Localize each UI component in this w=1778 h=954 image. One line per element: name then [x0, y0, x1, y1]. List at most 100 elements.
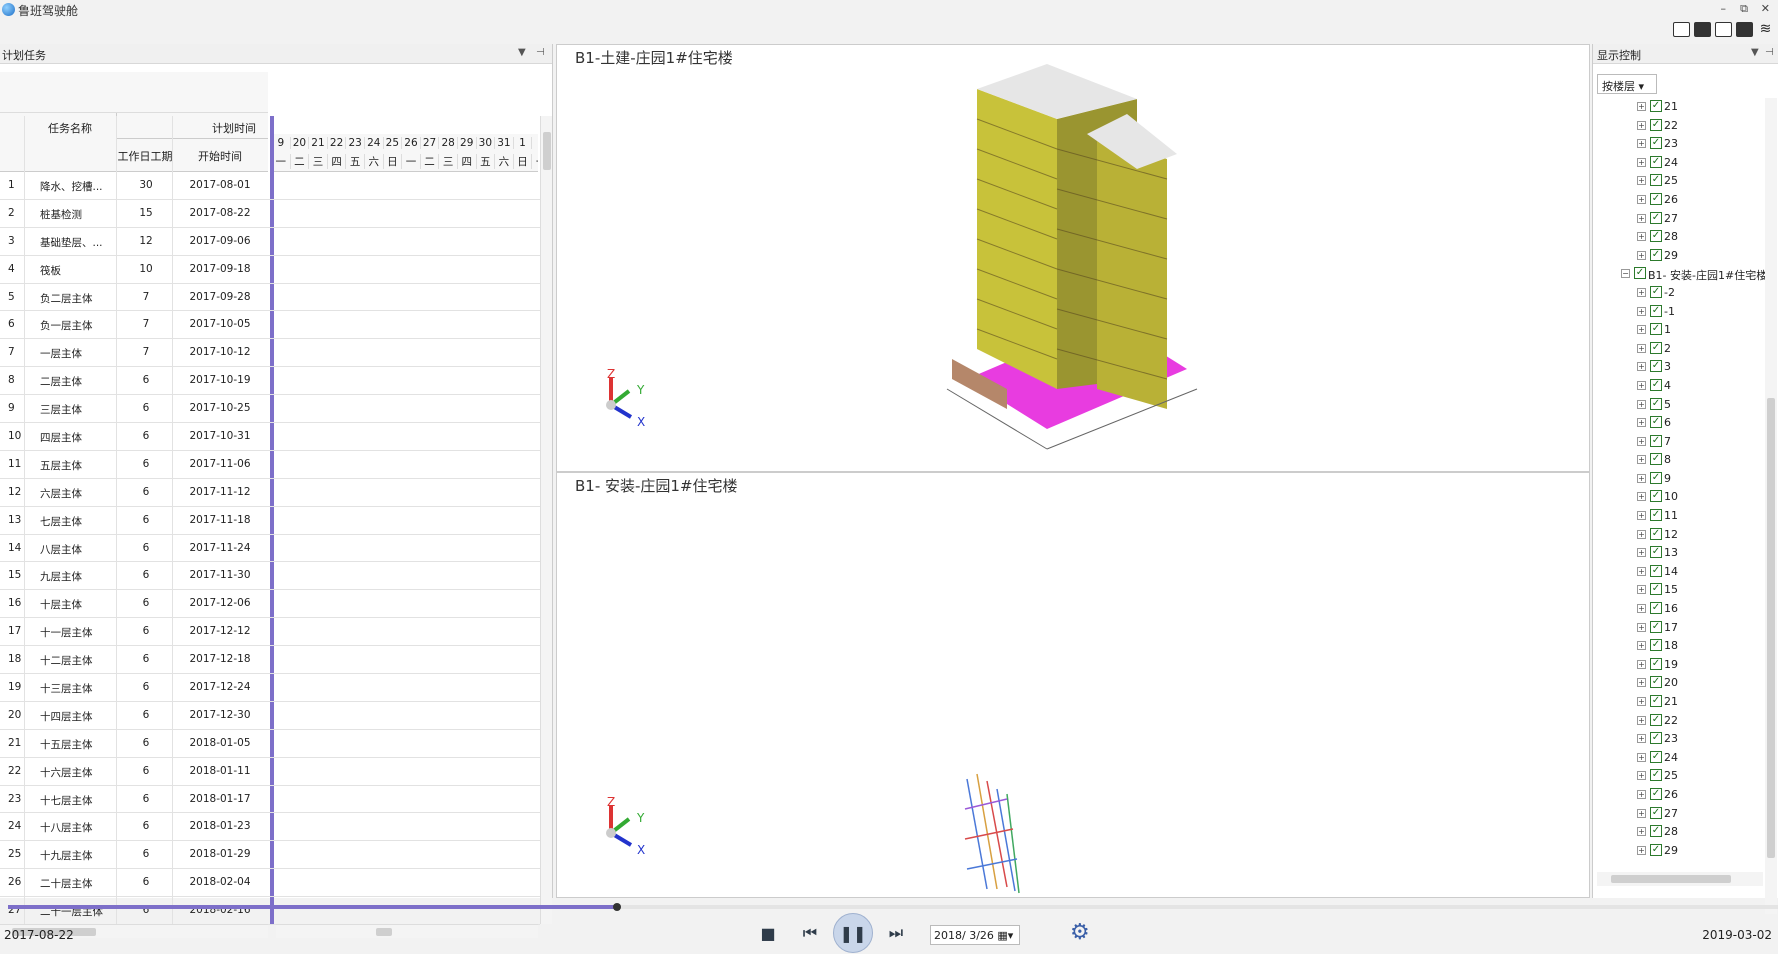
- checkbox-checked-icon[interactable]: ✓: [1650, 248, 1662, 261]
- calendar-icon[interactable]: ▦▾: [997, 929, 1013, 942]
- stop-button[interactable]: ■: [758, 920, 778, 946]
- table-row[interactable]: 25 十九层主体 6 2018-01-29: [0, 841, 540, 870]
- tree-floor-node[interactable]: + ✓ 27: [1593, 210, 1765, 229]
- panel-pin-icon[interactable]: ⊣: [536, 47, 545, 58]
- expand-icon[interactable]: +: [1637, 418, 1646, 428]
- layout-split-icon[interactable]: [1694, 22, 1711, 37]
- checkbox-checked-icon[interactable]: ✓: [1650, 341, 1662, 354]
- table-row[interactable]: 3 基础垫层、... 12 2017-09-06: [0, 228, 540, 256]
- timeline-knob[interactable]: [612, 903, 621, 911]
- checkbox-checked-icon[interactable]: ✓: [1650, 676, 1662, 689]
- task-vertical-scrollbar[interactable]: [540, 116, 552, 924]
- expand-icon[interactable]: +: [1637, 194, 1646, 204]
- checkbox-checked-icon[interactable]: ✓: [1650, 323, 1662, 336]
- tree-floor-node[interactable]: + ✓ 28: [1593, 228, 1765, 247]
- col-task-name[interactable]: 任务名称: [24, 120, 116, 136]
- checkbox-checked-icon[interactable]: ✓: [1650, 769, 1662, 782]
- table-row[interactable]: 18 十二层主体 6 2017-12-18: [0, 646, 540, 675]
- expand-icon[interactable]: +: [1637, 566, 1646, 576]
- expand-icon[interactable]: +: [1637, 771, 1646, 781]
- tree-floor-node[interactable]: + ✓ 14: [1593, 563, 1765, 582]
- minimize-icon[interactable]: –: [1721, 2, 1727, 15]
- table-row[interactable]: 21 十五层主体 6 2018-01-05: [0, 730, 540, 758]
- checkbox-checked-icon[interactable]: ✓: [1650, 285, 1662, 298]
- tree-floor-node[interactable]: + ✓ 21: [1593, 693, 1765, 712]
- expand-icon[interactable]: +: [1637, 362, 1646, 372]
- restore-icon[interactable]: ⧉: [1740, 2, 1748, 16]
- checkbox-checked-icon[interactable]: ✓: [1650, 434, 1662, 447]
- checkbox-checked-icon[interactable]: ✓: [1650, 378, 1662, 391]
- viewport-civil[interactable]: B1-土建-庄园1#住宅楼 Z Y X: [556, 44, 1590, 472]
- table-row[interactable]: 12 六层主体 6 2017-11-12: [0, 479, 540, 507]
- checkbox-checked-icon[interactable]: ✓: [1650, 546, 1662, 559]
- expand-icon[interactable]: +: [1637, 548, 1646, 558]
- tree-horizontal-scrollbar[interactable]: [1597, 872, 1763, 886]
- expand-icon[interactable]: +: [1637, 343, 1646, 353]
- table-row[interactable]: 24 十八层主体 6 2018-01-23: [0, 813, 540, 842]
- tree-floor-node[interactable]: + ✓ -2: [1593, 284, 1765, 303]
- checkbox-checked-icon[interactable]: ✓: [1650, 657, 1662, 670]
- checkbox-checked-icon[interactable]: ✓: [1634, 267, 1646, 280]
- tree-floor-node[interactable]: + ✓ -1: [1593, 303, 1765, 322]
- step-back-button[interactable]: ⏮: [796, 920, 824, 946]
- table-row[interactable]: 4 筏板 10 2017-09-18: [0, 256, 540, 284]
- expand-icon[interactable]: +: [1637, 492, 1646, 502]
- checkbox-checked-icon[interactable]: ✓: [1650, 787, 1662, 800]
- step-forward-button[interactable]: ⏭: [882, 920, 910, 946]
- tree-floor-node[interactable]: + ✓ 26: [1593, 191, 1765, 210]
- table-row[interactable]: 20 十四层主体 6 2017-12-30: [0, 702, 540, 730]
- table-row[interactable]: 10 四层主体 6 2017-10-31: [0, 423, 540, 451]
- layers-icon[interactable]: ≋: [1757, 22, 1774, 37]
- expand-icon[interactable]: +: [1637, 176, 1646, 186]
- tree-floor-node[interactable]: + ✓ 24: [1593, 749, 1765, 768]
- tree-floor-node[interactable]: + ✓ 3: [1593, 358, 1765, 377]
- checkbox-checked-icon[interactable]: ✓: [1650, 211, 1662, 224]
- expand-icon[interactable]: +: [1637, 306, 1646, 316]
- table-row[interactable]: 11 五层主体 6 2017-11-06: [0, 451, 540, 479]
- table-row[interactable]: 1 降水、挖槽... 30 2017-08-01: [0, 172, 540, 200]
- tree-floor-node[interactable]: + ✓ 24: [1593, 154, 1765, 173]
- gear-icon[interactable]: ⚙: [1070, 920, 1090, 945]
- tree-floor-node[interactable]: + ✓ 22: [1593, 712, 1765, 731]
- building-civil-model[interactable]: [937, 59, 1227, 472]
- checkbox-checked-icon[interactable]: ✓: [1650, 527, 1662, 540]
- panel-dropdown-icon[interactable]: ▼: [1751, 47, 1759, 58]
- checkbox-checked-icon[interactable]: ✓: [1650, 639, 1662, 652]
- checkbox-checked-icon[interactable]: ✓: [1650, 509, 1662, 522]
- tree-vertical-scrollbar[interactable]: [1765, 98, 1777, 914]
- checkbox-checked-icon[interactable]: ✓: [1650, 174, 1662, 187]
- table-row[interactable]: 5 负二层主体 7 2017-09-28: [0, 284, 540, 312]
- table-row[interactable]: 9 三层主体 6 2017-10-25: [0, 395, 540, 424]
- tree-floor-node[interactable]: + ✓ 21: [1593, 98, 1765, 117]
- expand-icon[interactable]: +: [1637, 715, 1646, 725]
- expand-icon[interactable]: +: [1637, 120, 1646, 130]
- tree-group-node[interactable]: − ✓ B1- 安装-庄园1#住宅楼: [1593, 265, 1765, 284]
- tree-floor-node[interactable]: + ✓ 23: [1593, 730, 1765, 749]
- checkbox-checked-icon[interactable]: ✓: [1650, 564, 1662, 577]
- table-row[interactable]: 13 七层主体 6 2017-11-18: [0, 507, 540, 535]
- expand-icon[interactable]: +: [1637, 529, 1646, 539]
- expand-icon[interactable]: +: [1637, 752, 1646, 762]
- close-icon[interactable]: ✕: [1761, 2, 1770, 15]
- expand-icon[interactable]: +: [1637, 250, 1646, 260]
- table-row[interactable]: 2 桩基检测 15 2017-08-22: [0, 200, 540, 228]
- checkbox-checked-icon[interactable]: ✓: [1650, 471, 1662, 484]
- pause-button[interactable]: ❚❚: [833, 913, 873, 953]
- checkbox-checked-icon[interactable]: ✓: [1650, 100, 1662, 112]
- checkbox-checked-icon[interactable]: ✓: [1650, 192, 1662, 205]
- checkbox-checked-icon[interactable]: ✓: [1650, 155, 1662, 168]
- expand-icon[interactable]: +: [1637, 157, 1646, 167]
- expand-icon[interactable]: +: [1637, 585, 1646, 595]
- checkbox-checked-icon[interactable]: ✓: [1650, 118, 1662, 131]
- table-row[interactable]: 16 十层主体 6 2017-12-06: [0, 590, 540, 619]
- expand-icon[interactable]: +: [1637, 380, 1646, 390]
- tree-floor-node[interactable]: + ✓ 10: [1593, 488, 1765, 507]
- tree-floor-node[interactable]: + ✓ 29: [1593, 247, 1765, 266]
- expand-icon[interactable]: +: [1637, 511, 1646, 521]
- tree-floor-node[interactable]: + ✓ 19: [1593, 656, 1765, 675]
- expand-icon[interactable]: +: [1637, 789, 1646, 799]
- tree-floor-node[interactable]: + ✓ 17: [1593, 619, 1765, 638]
- tree-floor-node[interactable]: + ✓ 28: [1593, 823, 1765, 842]
- tree-floor-node[interactable]: + ✓ 6: [1593, 414, 1765, 433]
- expand-icon[interactable]: +: [1637, 473, 1646, 483]
